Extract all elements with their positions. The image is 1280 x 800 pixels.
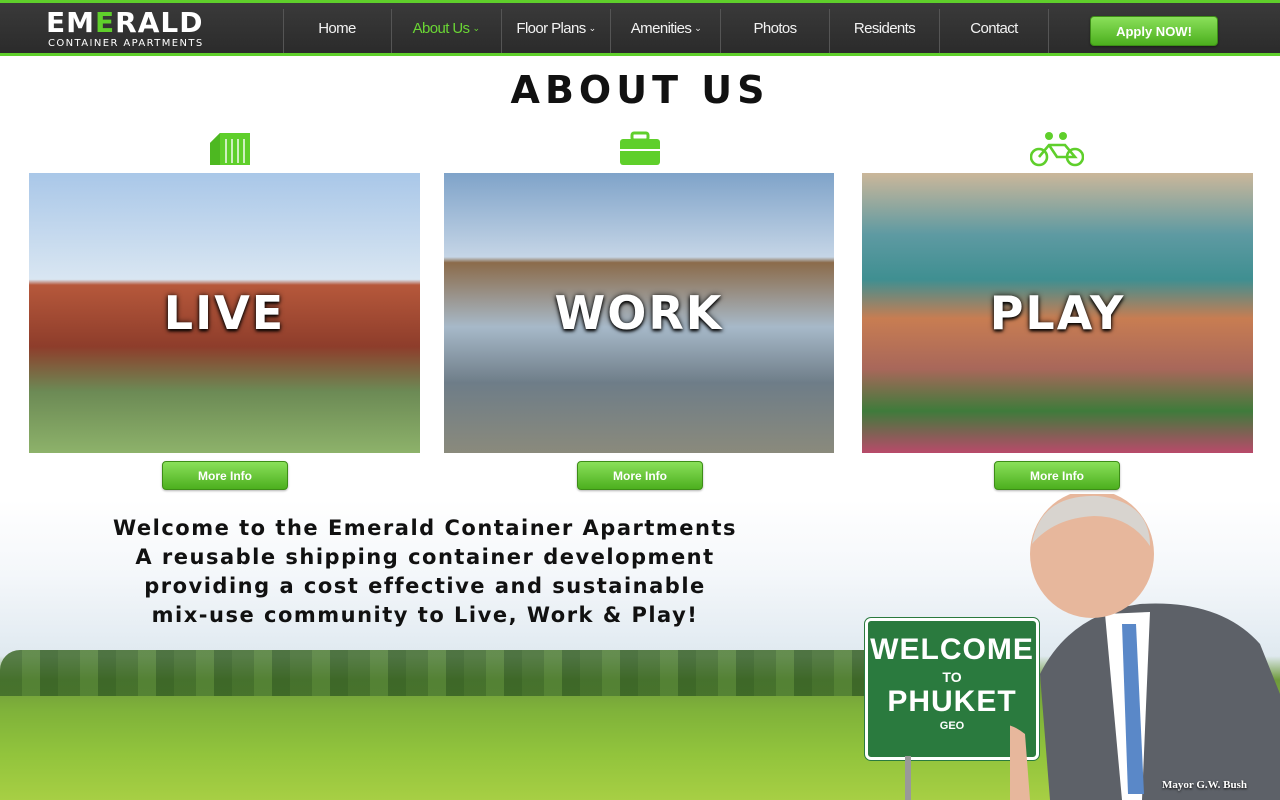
nav-divider: [1048, 9, 1049, 53]
container-icon: [210, 133, 250, 165]
nav-item-label: Contact: [970, 19, 1018, 37]
more-info-button-work[interactable]: More Info: [577, 461, 703, 490]
sign-post: [905, 756, 911, 800]
nav-item-label: Floor Plans: [516, 19, 586, 37]
palm-tree-line: [0, 650, 900, 696]
welcome-line: Welcome to the Emerald Container Apartme…: [112, 516, 738, 540]
chevron-down-icon: ⌄: [694, 22, 702, 33]
logo-tagline: CONTAINER APARTMENTS: [48, 38, 204, 49]
more-info-button-play[interactable]: More Info: [994, 461, 1120, 490]
panel-label-play: PLAY: [989, 286, 1126, 340]
photo-caption: Mayor G.W. Bush: [1162, 779, 1247, 791]
work-panel-image[interactable]: WORK: [444, 173, 834, 453]
nav-item-contact[interactable]: Contact: [940, 3, 1048, 53]
nav-item-floor-plans[interactable]: Floor Plans ⌄: [502, 3, 610, 53]
live-panel-image[interactable]: LIVE: [29, 173, 420, 453]
more-info-button-live[interactable]: More Info: [162, 461, 288, 490]
nav-item-residents[interactable]: Residents: [830, 3, 939, 53]
welcome-line: mix-use community to Live, Work & Play!: [151, 603, 699, 627]
nav-item-home[interactable]: Home: [284, 3, 390, 53]
panel-label-work: WORK: [554, 286, 724, 340]
welcome-line: A reusable shipping container developmen…: [135, 545, 715, 569]
nav-item-label: Amenities: [630, 19, 692, 37]
nav-item-photos[interactable]: Photos: [721, 3, 829, 53]
page-title: ABOUT US: [510, 68, 770, 112]
nav-item-about-us[interactable]: About Us ⌄: [392, 3, 500, 53]
nav-item-label: About Us: [412, 19, 471, 37]
welcome-message: Welcome to the Emerald Container Apartme…: [60, 514, 790, 630]
nav-item-label: Residents: [853, 19, 916, 37]
nav-item-label: Photos: [753, 19, 797, 37]
nav-item-label: Home: [318, 19, 356, 37]
play-panel-image[interactable]: PLAY: [862, 173, 1253, 453]
welcome-line: providing a cost effective and sustainab…: [144, 574, 706, 598]
panel-label-live: LIVE: [163, 286, 286, 340]
mayor-photo: [1010, 494, 1280, 800]
briefcase-icon: [620, 131, 660, 165]
chevron-down-icon: ⌄: [472, 22, 480, 33]
emerald-logo[interactable]: EMERALD CONTAINER APARTMENTS: [46, 9, 246, 53]
logo-wordmark: EMERALD: [46, 6, 204, 39]
tandem-bike-icon: [1030, 132, 1084, 167]
chevron-down-icon: ⌄: [588, 22, 597, 33]
apply-now-button[interactable]: Apply NOW!: [1090, 16, 1218, 46]
nav-item-amenities[interactable]: Amenities ⌄: [611, 3, 721, 53]
top-navigation-bar: EMERALD CONTAINER APARTMENTS Home About …: [0, 0, 1280, 56]
